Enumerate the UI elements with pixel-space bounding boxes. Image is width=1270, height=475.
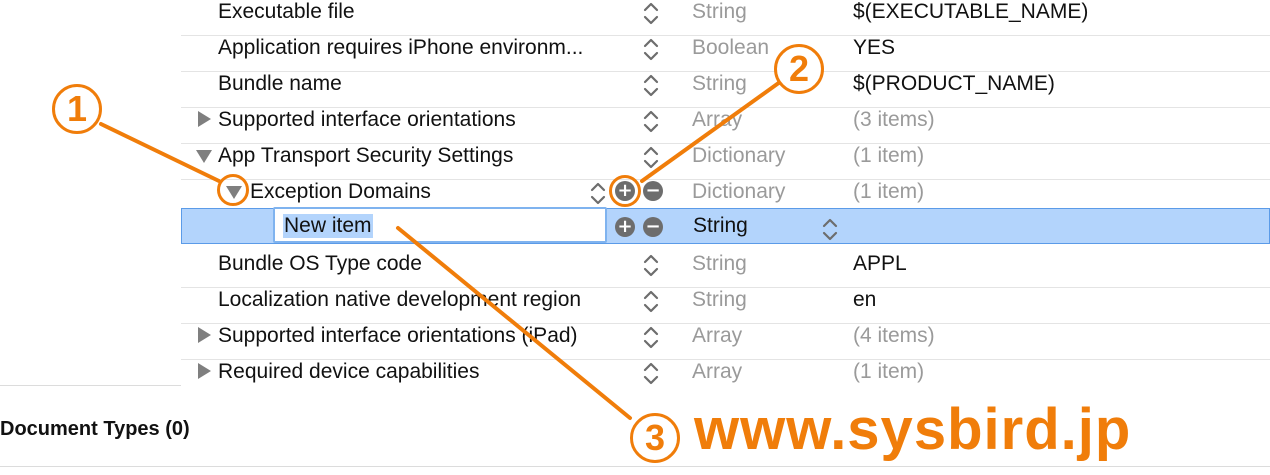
up-down-arrows-icon [643, 38, 659, 61]
up-down-arrows-icon [643, 74, 659, 97]
callout-line-3 [396, 226, 632, 420]
up-down-arrows-icon [822, 218, 838, 241]
up-down-arrows-icon [643, 146, 659, 169]
highlight-ring [217, 174, 249, 206]
highlight-ring [609, 175, 641, 207]
callout-1: 1 [52, 84, 102, 134]
callout-line-1 [99, 122, 221, 183]
callout-line-2 [640, 80, 782, 183]
up-down-arrows-icon [643, 254, 659, 277]
callout-3: 3 [630, 413, 680, 463]
up-down-arrows-icon [643, 362, 659, 385]
callout-2: 2 [774, 44, 824, 94]
up-down-arrows-icon [643, 290, 659, 313]
up-down-arrows-icon [643, 2, 659, 25]
watermark-brand-text: www.sysbird.jp [694, 397, 1132, 462]
up-down-arrows-icon [590, 182, 606, 205]
up-down-arrows-icon [643, 326, 659, 349]
up-down-arrows-icon [643, 110, 659, 133]
